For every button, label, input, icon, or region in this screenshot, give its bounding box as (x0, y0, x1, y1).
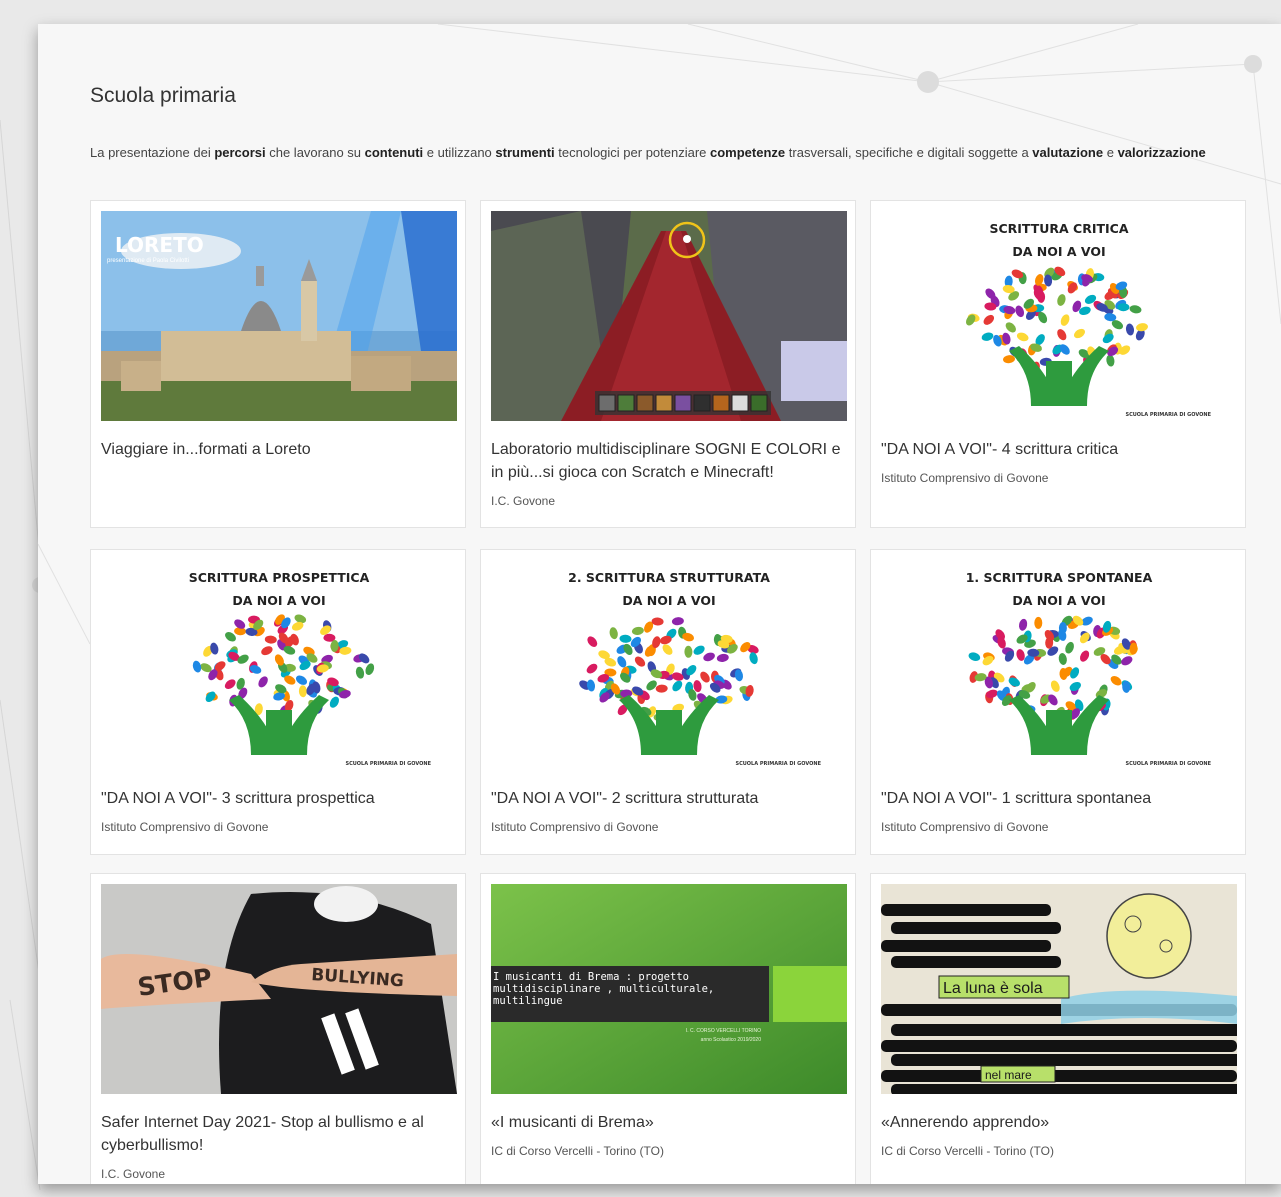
card-thumbnail[interactable]: 2. SCRITTURA STRUTTURATA DA NOI A VOI SC… (491, 560, 847, 770)
thumb-line1: SCRITTURA PROSPETTICA (189, 570, 370, 585)
thumb-subtitle: presentazione di Paola Civilotti (107, 258, 189, 264)
thumb-line1: 1. SCRITTURA SPONTANEA (966, 570, 1153, 585)
thumb-line2: DA NOI A VOI (1012, 244, 1105, 259)
description-keyword: contenuti (364, 145, 424, 160)
section-title: Scuola primaria (90, 84, 236, 107)
thumb-footer: SCUOLA PRIMARIA DI GOVONE (345, 761, 431, 767)
course-card[interactable]: 2. SCRITTURA STRUTTURATA DA NOI A VOI SC… (480, 549, 856, 855)
course-card[interactable]: I musicanti di Brema : progetto multidis… (480, 873, 856, 1184)
card-thumbnail[interactable]: SCRITTURA PROSPETTICA DA NOI A VOI SCUOL… (101, 560, 457, 770)
card-title[interactable]: Viaggiare in...formati a Loreto (101, 438, 451, 461)
card-author: I.C. Govone (491, 494, 556, 508)
description-keyword: valutazione (1032, 145, 1104, 160)
description-text: La presentazione dei (90, 145, 215, 160)
card-thumbnail[interactable]: STOP BULLYING (101, 884, 457, 1094)
card-title[interactable]: "DA NOI A VOI"- 1 scrittura spontanea (881, 787, 1231, 810)
card-title[interactable]: «I musicanti di Brema» (491, 1111, 841, 1134)
card-author: Istituto Comprensivo di Govone (881, 471, 1049, 485)
card-author: Istituto Comprensivo di Govone (881, 820, 1049, 834)
card-author: Istituto Comprensivo di Govone (101, 820, 269, 834)
thumb-small2: anno Scolastico 2019/2020 (701, 1037, 762, 1043)
course-card[interactable]: La luna è sola nel mare «Annerendo appre… (870, 873, 1246, 1184)
card-author: I.C. Govone (101, 1167, 166, 1181)
card-thumbnail[interactable]: LORETO presentazione di Paola Civilotti (101, 211, 457, 421)
course-card[interactable]: STOP BULLYING Safer Internet Day 2021- S… (90, 873, 466, 1184)
thumb-footer: SCUOLA PRIMARIA DI GOVONE (1125, 412, 1211, 418)
description-keyword: valorizzazione (1117, 145, 1206, 160)
course-card[interactable]: Laboratorio multidisciplinare SOGNI E CO… (480, 200, 856, 528)
card-thumbnail[interactable]: SCRITTURA CRITICA DA NOI A VOI SCUOLA PR… (881, 211, 1237, 421)
course-card[interactable]: SCRITTURA PROSPETTICA DA NOI A VOI SCUOL… (90, 549, 466, 855)
card-title[interactable]: "DA NOI A VOI"- 3 scrittura prospettica (101, 787, 451, 810)
card-thumbnail[interactable] (491, 211, 847, 421)
thumb-word1: La luna è sola (943, 980, 1043, 997)
thumb-word2: nel mare (985, 1068, 1032, 1082)
description-text: e utilizzano (423, 145, 496, 160)
course-card[interactable]: LORETO presentazione di Paola Civilotti … (90, 200, 466, 528)
description-text: che lavorano su (265, 145, 365, 160)
section-description: La presentazione dei percorsi che lavora… (90, 142, 1210, 164)
card-title[interactable]: Safer Internet Day 2021- Stop al bullism… (101, 1111, 451, 1157)
thumb-line2: DA NOI A VOI (232, 593, 325, 608)
thumb-footer: SCUOLA PRIMARIA DI GOVONE (735, 761, 821, 767)
card-author: IC di Corso Vercelli - Torino (TO) (881, 1144, 1054, 1158)
description-keyword: percorsi (214, 145, 266, 160)
card-thumbnail[interactable]: 1. SCRITTURA SPONTANEA DA NOI A VOI SCUO… (881, 560, 1237, 770)
card-title[interactable]: "DA NOI A VOI"- 2 scrittura strutturata (491, 787, 841, 810)
thumb-title: LORETO (115, 233, 204, 257)
description-text: trasversali, specifiche e digitali sogge… (785, 145, 1033, 160)
card-title[interactable]: Laboratorio multidisciplinare SOGNI E CO… (491, 438, 841, 484)
course-card[interactable]: 1. SCRITTURA SPONTANEA DA NOI A VOI SCUO… (870, 549, 1246, 855)
card-title[interactable]: "DA NOI A VOI"- 4 scrittura critica (881, 438, 1231, 461)
description-keyword: strumenti (495, 145, 555, 160)
card-thumbnail[interactable]: I musicanti di Brema : progetto multidis… (491, 884, 847, 1094)
thumb-footer: SCUOLA PRIMARIA DI GOVONE (1125, 761, 1211, 767)
description-keyword: competenze (710, 145, 786, 160)
card-author: IC di Corso Vercelli - Torino (TO) (491, 1144, 664, 1158)
course-card[interactable]: SCRITTURA CRITICA DA NOI A VOI SCUOLA PR… (870, 200, 1246, 528)
card-author: Istituto Comprensivo di Govone (491, 820, 659, 834)
card-title[interactable]: «Annerendo apprendo» (881, 1111, 1231, 1134)
description-text: e (1103, 145, 1118, 160)
description-text: tecnologici per potenziare (554, 145, 711, 160)
content-panel: Scuola primaria La presentazione dei per… (38, 24, 1281, 1184)
thumb-line1: SCRITTURA CRITICA (989, 221, 1128, 236)
thumb-line2: DA NOI A VOI (622, 593, 715, 608)
thumb-line1: 2. SCRITTURA STRUTTURATA (568, 570, 770, 585)
thumb-small1: I. C. CORSO VERCELLI TORINO (686, 1028, 761, 1034)
card-thumbnail[interactable]: La luna è sola nel mare (881, 884, 1237, 1094)
thumb-line2: DA NOI A VOI (1012, 593, 1105, 608)
